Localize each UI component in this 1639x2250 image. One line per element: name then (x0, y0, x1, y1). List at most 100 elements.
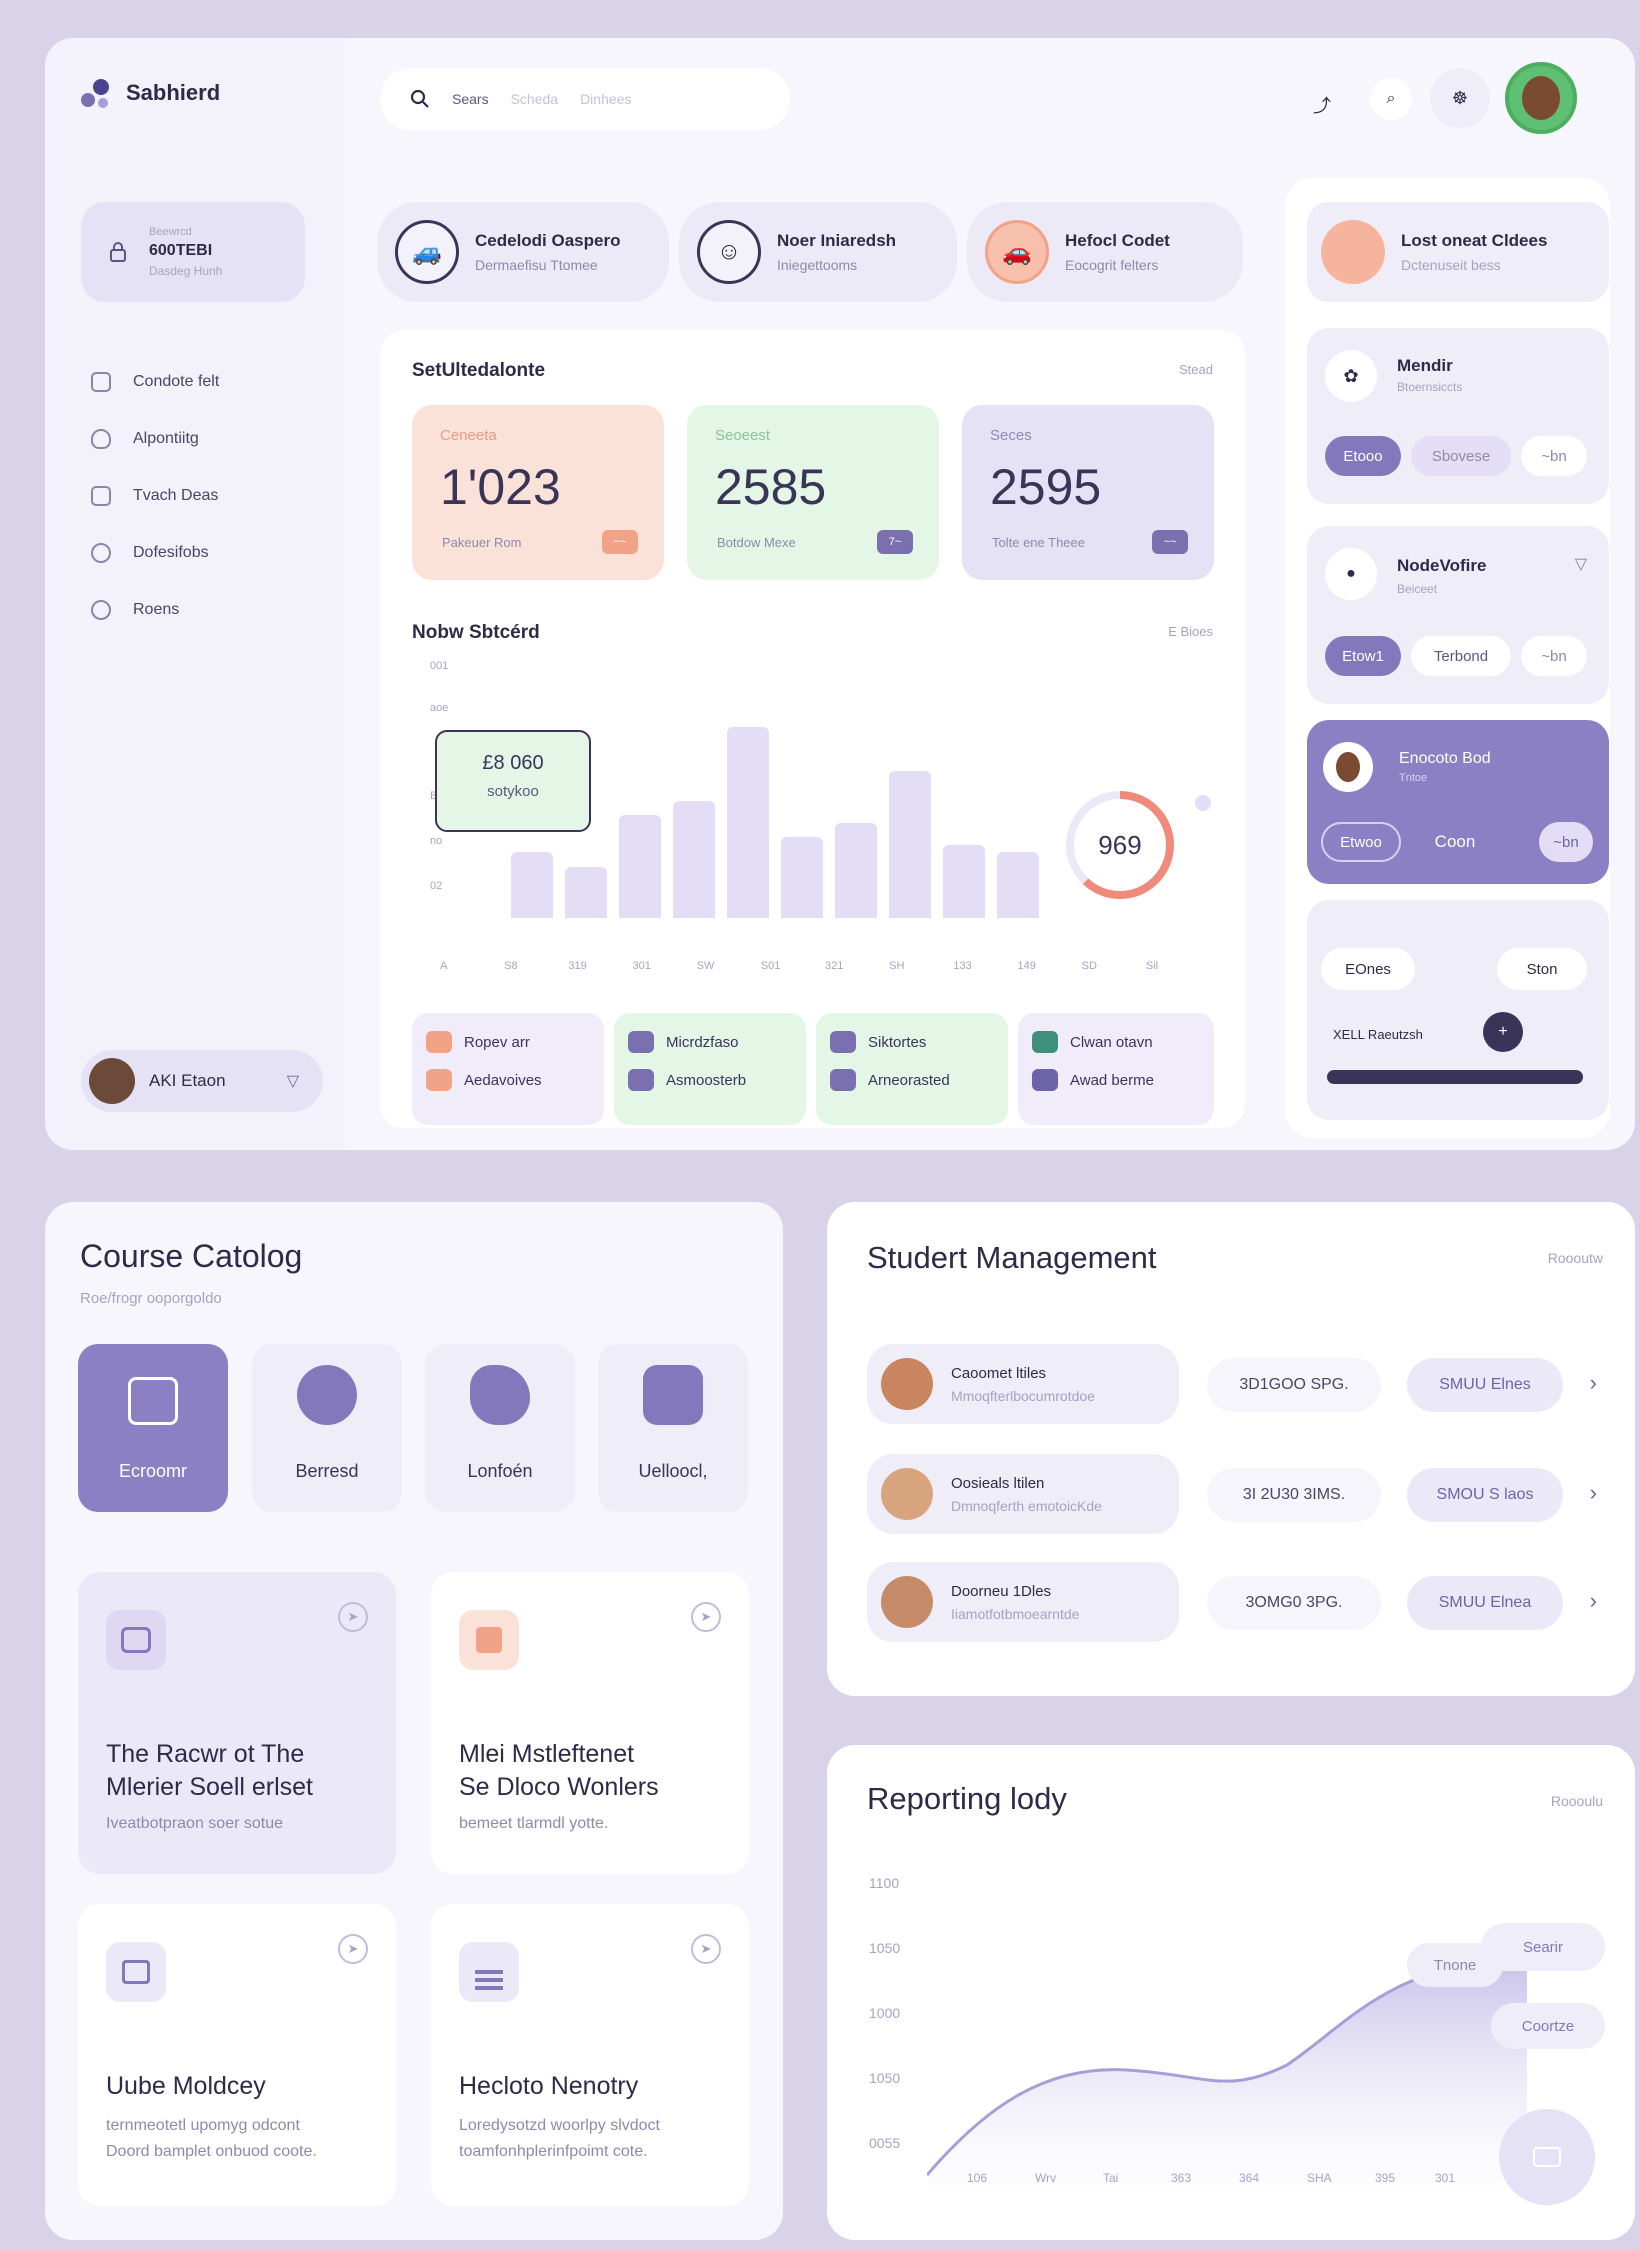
profile-avatar[interactable] (1505, 62, 1577, 134)
user-name: AKI Etaon (149, 1071, 226, 1090)
compose-pill[interactable]: EOnes (1321, 948, 1415, 990)
stat-value: 1'023 (440, 459, 561, 515)
table-row[interactable]: Doorneu 1Dles Iiamotfotbmoearntde 3OMG0 3… (867, 1562, 1607, 1646)
category-tile[interactable]: Berresd (252, 1344, 402, 1512)
table-row[interactable]: Caoomet ltiles Mmoqfterlbocumrotdoe 3D1GO… (867, 1344, 1607, 1428)
search-label[interactable]: Sears (452, 91, 489, 107)
chevron-right-icon[interactable]: › (1590, 1588, 1597, 1614)
stat-card[interactable]: Ceneeta 1'023 Pakeuer Rom ~~ (412, 405, 664, 580)
x-tick: 364 (1239, 2171, 1260, 2185)
course-card[interactable]: ➤ Hecloto Nenotry Loredysotzd woorlpy sl… (431, 1904, 749, 2206)
mendir-pill[interactable]: Sbovese (1411, 436, 1511, 476)
search-bar[interactable]: Sears Scheda Dinhees (380, 68, 790, 130)
gauge-value: 969 (1098, 829, 1142, 860)
nodevolts-card: ● NodeVofire Beiceet ▽ Etow1 Terbond ~bn (1307, 526, 1609, 704)
stat-card[interactable]: Seoeest 2585 Botdow Mexe 7~ (687, 405, 939, 580)
profile-face (1522, 76, 1560, 120)
mini-card[interactable]: Ropev arr Aedavoives (412, 1013, 604, 1125)
mini-icon (628, 1031, 654, 1053)
fab-button[interactable] (1499, 2109, 1595, 2205)
student-name: Caoomet ltiles (951, 1364, 1047, 1382)
app-logo[interactable]: Sabhierd (78, 76, 220, 110)
course-card[interactable]: ➤ The Racwr ot The Mlerier Soell erlset … (78, 1572, 396, 1874)
chevron-right-icon[interactable]: › (1590, 1480, 1597, 1506)
course-card-desc: Loredysotzd woorlpy slvdoct (459, 2117, 660, 2134)
search-tab[interactable]: Dinhees (580, 91, 631, 107)
student-link[interactable]: Roooutw (1548, 1250, 1603, 1266)
nodevolts-sub: Beiceet (1397, 582, 1438, 596)
sidebar-item-condote[interactable]: Condote felt (91, 372, 219, 392)
status-badge[interactable]: SMOU S laos (1407, 1468, 1563, 1522)
chart-tooltip: £8 060 sotykoo (435, 730, 591, 832)
folder-icon (643, 1365, 703, 1425)
report-link[interactable]: Roooulu (1551, 1793, 1603, 1809)
course-card[interactable]: ➤ Uube Moldcey ternmeotetl upomyg odcont… (78, 1904, 396, 2206)
arrow-icon[interactable]: ➤ (338, 1602, 368, 1632)
arrow-icon[interactable]: ➤ (691, 1934, 721, 1964)
nodevolts-pill[interactable]: Terbond (1411, 636, 1511, 676)
nodevolts-pill[interactable]: ~bn (1521, 636, 1587, 676)
chart-tag: Searir (1481, 1923, 1605, 1971)
right-chip[interactable]: Lost oneat Cldees Dctenuseit bess (1307, 202, 1609, 302)
add-button[interactable]: + (1483, 1012, 1523, 1052)
person-chip[interactable]: 🚗 Hefocl Codet Eocogrit felters (967, 202, 1243, 302)
sidebar-item-alpontiitg[interactable]: Alpontiitg (91, 429, 199, 449)
chevron-down-icon[interactable]: ▽ (287, 1071, 299, 1091)
account-line2: 600TEBI (149, 242, 213, 259)
status-badge[interactable]: SMUU Elnea (1407, 1576, 1563, 1630)
mini-card[interactable]: Siktortes Arneorasted (816, 1013, 1008, 1125)
y-tick: 001 (430, 660, 449, 672)
document-icon (128, 1377, 178, 1425)
mendir-pill[interactable]: ~bn (1521, 436, 1587, 476)
arrow-icon[interactable]: ➤ (338, 1934, 368, 1964)
mini-icon (830, 1069, 856, 1091)
search-tab[interactable]: Scheda (511, 91, 558, 107)
mini-icon (426, 1069, 452, 1091)
dashboard-panel: Sabhierd Beewrcd 600TEBI Dasdeg Hunh Con… (45, 38, 1635, 1150)
nodevolts-pill[interactable]: Etow1 (1325, 636, 1401, 676)
status-badge[interactable]: SMUU Elnes (1407, 1358, 1563, 1412)
chevron-right-icon[interactable]: › (1590, 1370, 1597, 1396)
x-tick: 133 (953, 960, 972, 972)
y-tick: 0055 (869, 2135, 901, 2151)
avatar (881, 1468, 933, 1520)
area-chart (927, 1953, 1527, 2185)
sidebar-item-label: Condote felt (133, 373, 220, 390)
category-tile[interactable]: Ecroomr (78, 1344, 228, 1512)
category-tile[interactable]: Uelloocl, (598, 1344, 748, 1512)
car-icon: 🚗 (985, 220, 1049, 284)
filter-icon[interactable]: ▽ (1575, 554, 1587, 574)
shield-icon (91, 429, 111, 449)
reporting-panel: Reporting lody Roooulu 1100 1050 1000 10… (827, 1745, 1635, 2240)
chat-icon[interactable]: ⌕ (1370, 78, 1412, 120)
bell-icon[interactable]: ☸ (1430, 68, 1490, 128)
trend-icon[interactable]: ⤴ (1313, 92, 1331, 118)
x-tick: 321 (825, 960, 844, 972)
course-card[interactable]: ➤ Mlei Mstleftenet Se Dloco Wonlers beme… (431, 1572, 749, 1874)
sidebar-item-dofesifobs[interactable]: Dofesifobs (91, 543, 209, 563)
stat-card[interactable]: Seces 2595 Tolte ene Theee ~~ (962, 405, 1214, 580)
mendir-pill[interactable]: Etooo (1325, 436, 1401, 476)
user-menu[interactable]: AKI Etaon ▽ (81, 1050, 323, 1112)
stats-link[interactable]: Stead (1179, 362, 1213, 377)
course-card-desc: Doord bamplet onbuod coote. (106, 2143, 317, 2160)
arrow-icon[interactable]: ➤ (691, 1602, 721, 1632)
student-code: 3D1GOO SPG. (1207, 1358, 1381, 1412)
chart-link[interactable]: E Bioes (1168, 624, 1213, 639)
person-chip[interactable]: 🚙 Cedelodi Oaspero Dermaefisu Ttomee (377, 202, 669, 302)
highlight-pill[interactable]: Coon (1407, 822, 1503, 862)
sidebar-item-roens[interactable]: Roens (91, 600, 179, 620)
highlight-pill[interactable]: Etwoo (1321, 822, 1401, 862)
account-card[interactable]: Beewrcd 600TEBI Dasdeg Hunh (81, 202, 305, 302)
mini-card[interactable]: Micrdzfaso Asmoosterb (614, 1013, 806, 1125)
table-row[interactable]: Oosieals ltilen Dmnoqferth emotoicKde 3I … (867, 1454, 1607, 1538)
mini-card[interactable]: Clwan otavn Awad berme (1018, 1013, 1214, 1125)
x-tick: SW (696, 960, 715, 972)
highlight-pill[interactable]: ~bn (1539, 822, 1593, 862)
category-tile[interactable]: Lonfoén (425, 1344, 575, 1512)
sidebar-item-tvach[interactable]: Tvach Deas (91, 486, 218, 506)
person-chip[interactable]: ☺ Noer Iniaredsh Iniegettooms (679, 202, 957, 302)
course-card-title: Uube Moldcey (106, 2072, 266, 2100)
stat-value: 2585 (715, 459, 827, 515)
compose-pill[interactable]: Ston (1497, 948, 1587, 990)
